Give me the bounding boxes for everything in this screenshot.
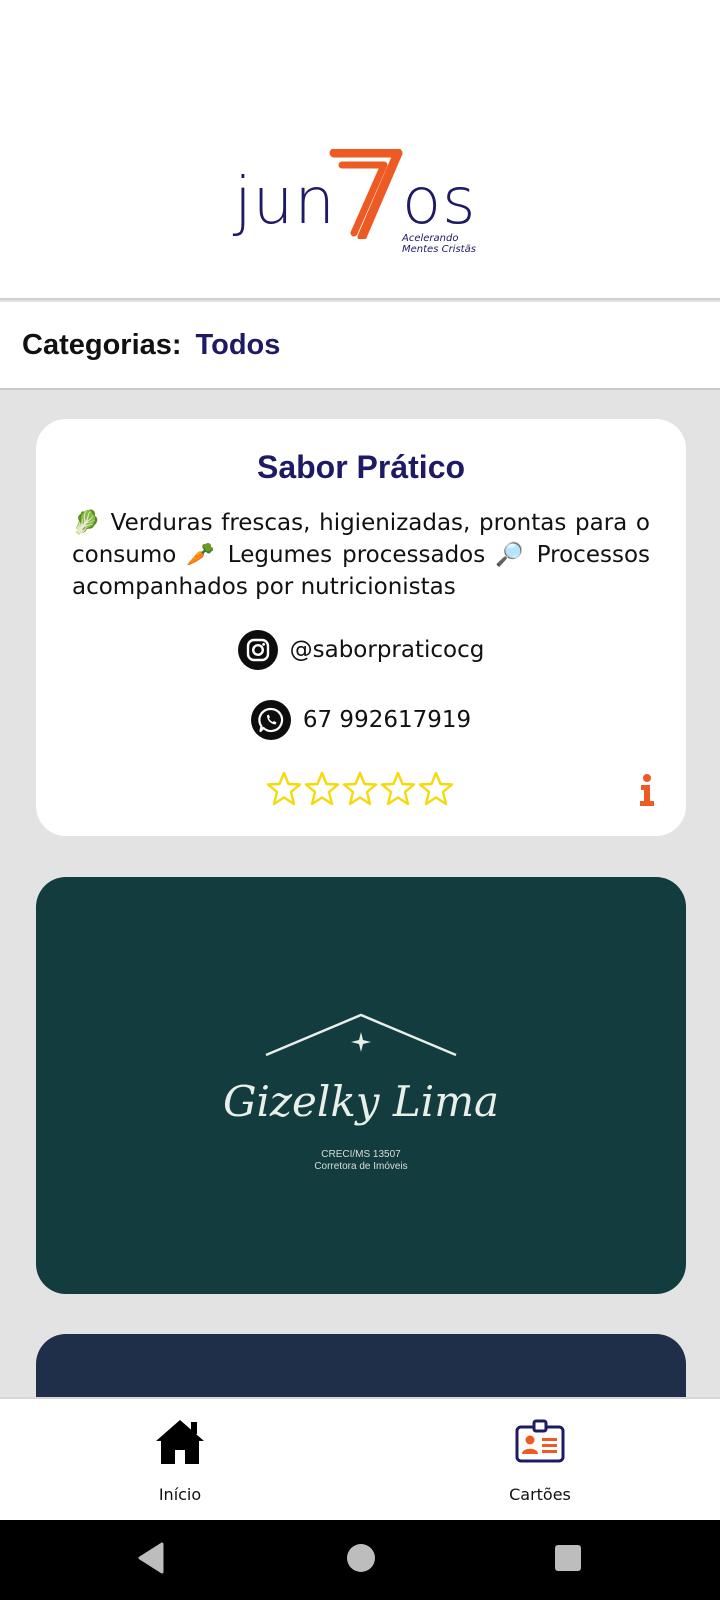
star-outline-icon[interactable]: [342, 771, 378, 807]
card-title: Sabor Prático: [256, 449, 466, 485]
category-bar[interactable]: Categorias: Todos: [0, 302, 720, 390]
back-icon[interactable]: [136, 1540, 168, 1576]
juntos-logo: jun os Acelerando Mentes Cristãs: [230, 145, 500, 265]
star-outline-icon[interactable]: [266, 771, 302, 807]
recents-icon[interactable]: [552, 1540, 584, 1576]
category-selected[interactable]: Todos: [196, 329, 281, 362]
category-label: Categorias:: [22, 328, 182, 361]
card-description: 🥬 Verduras frescas, higienizadas, pronta…: [72, 510, 650, 600]
home-circle-icon[interactable]: [345, 1540, 377, 1576]
business-card-gizelky-lima[interactable]: Gizelky Lima CRECI/MS 13507 Corretora de…: [36, 877, 686, 1294]
whatsapp-icon[interactable]: [250, 700, 291, 740]
star-outline-icon[interactable]: [304, 771, 340, 807]
card-subtitle: CRECI/MS 13507 Corretora de Imóveis: [36, 1149, 686, 1173]
creci-number: CRECI/MS 13507: [321, 1149, 401, 1160]
tagline-line-2: Mentes Cristãs: [402, 244, 476, 255]
card-name: Gizelky Lima: [222, 1077, 500, 1126]
logo-tagline: Acelerando Mentes Cristãs: [402, 233, 476, 255]
app-header: jun os Acelerando Mentes Cristãs: [0, 0, 720, 300]
nav-label-home: Início: [158, 1485, 202, 1504]
system-navigation-bar: [0, 1520, 720, 1600]
house-roof-logo: [265, 1013, 457, 1057]
nav-item-home[interactable]: Início: [80, 1399, 280, 1522]
star-outline-icon[interactable]: [380, 771, 416, 807]
nav-label-cards: Cartões: [509, 1485, 571, 1504]
logo-text-jun: jun: [234, 165, 336, 239]
instagram-icon[interactable]: [237, 630, 278, 670]
bottom-navigation: Início Cartões: [0, 1397, 720, 1520]
star-outline-icon[interactable]: [418, 771, 454, 807]
tagline-line-1: Acelerando: [402, 233, 459, 244]
info-icon[interactable]: [638, 773, 656, 807]
id-card-icon[interactable]: [514, 1417, 566, 1467]
logo-text-os: os: [402, 165, 477, 239]
instagram-contact[interactable]: @saborpraticocg: [36, 630, 686, 670]
business-card-sabor-pratico[interactable]: Sabor Prático 🥬 Verduras frescas, higien…: [36, 419, 686, 836]
whatsapp-number[interactable]: 67 992617919: [303, 707, 471, 733]
rating-stars[interactable]: [266, 771, 454, 807]
nav-item-cards[interactable]: Cartões: [440, 1399, 640, 1522]
logo-seven-mark: [329, 149, 403, 239]
profession-label: Corretora de Imóveis: [314, 1161, 408, 1172]
whatsapp-contact[interactable]: 67 992617919: [36, 700, 686, 740]
instagram-handle[interactable]: @saborpraticocg: [290, 637, 485, 663]
home-icon[interactable]: [154, 1417, 206, 1467]
